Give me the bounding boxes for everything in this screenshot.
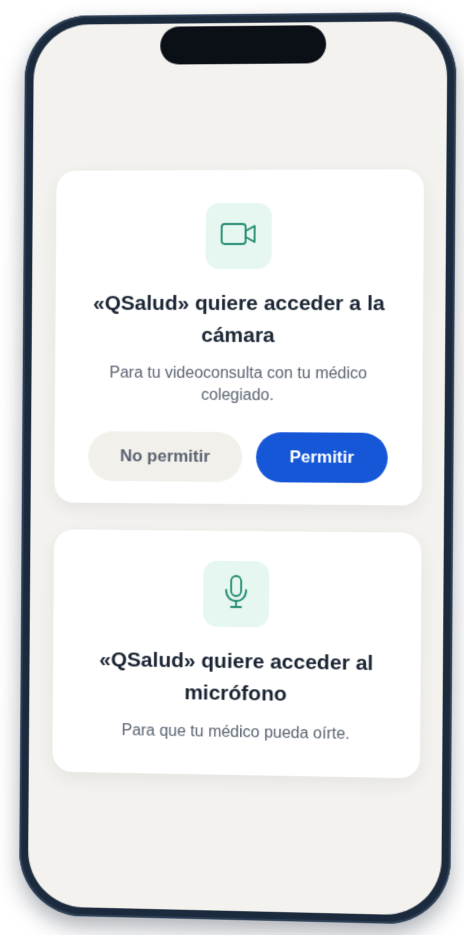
microphone-icon-tile [202,560,270,628]
microphone-permission-title: «QSalud» quiere acceder al micrófono [99,648,374,706]
stage: «QSalud» quiere acceder a la cámara Para… [0,0,464,935]
allow-button[interactable]: Permitir [255,432,388,484]
camera-permission-card: «QSalud» quiere acceder a la cámara Para… [54,169,425,506]
camera-permission-description: Para tu videoconsulta con tu médico cole… [109,364,368,405]
dynamic-island [160,25,327,65]
microphone-permission-description: Para que tu médico pueda oírte. [121,722,350,743]
phone-frame: «QSalud» quiere acceder a la cámara Para… [18,11,457,926]
video-camera-icon [220,219,258,252]
phone-screen: «QSalud» quiere acceder a la cámara Para… [27,20,448,916]
camera-permission-title: «QSalud» quiere acceder a la cámara [93,291,385,348]
camera-icon-tile [205,202,272,270]
deny-button[interactable]: No permitir [87,431,243,483]
camera-permission-actions: No permitir Permitir [54,431,422,484]
microphone-permission-card: «QSalud» quiere acceder al micrófono Par… [52,529,422,779]
microphone-icon [221,572,251,615]
